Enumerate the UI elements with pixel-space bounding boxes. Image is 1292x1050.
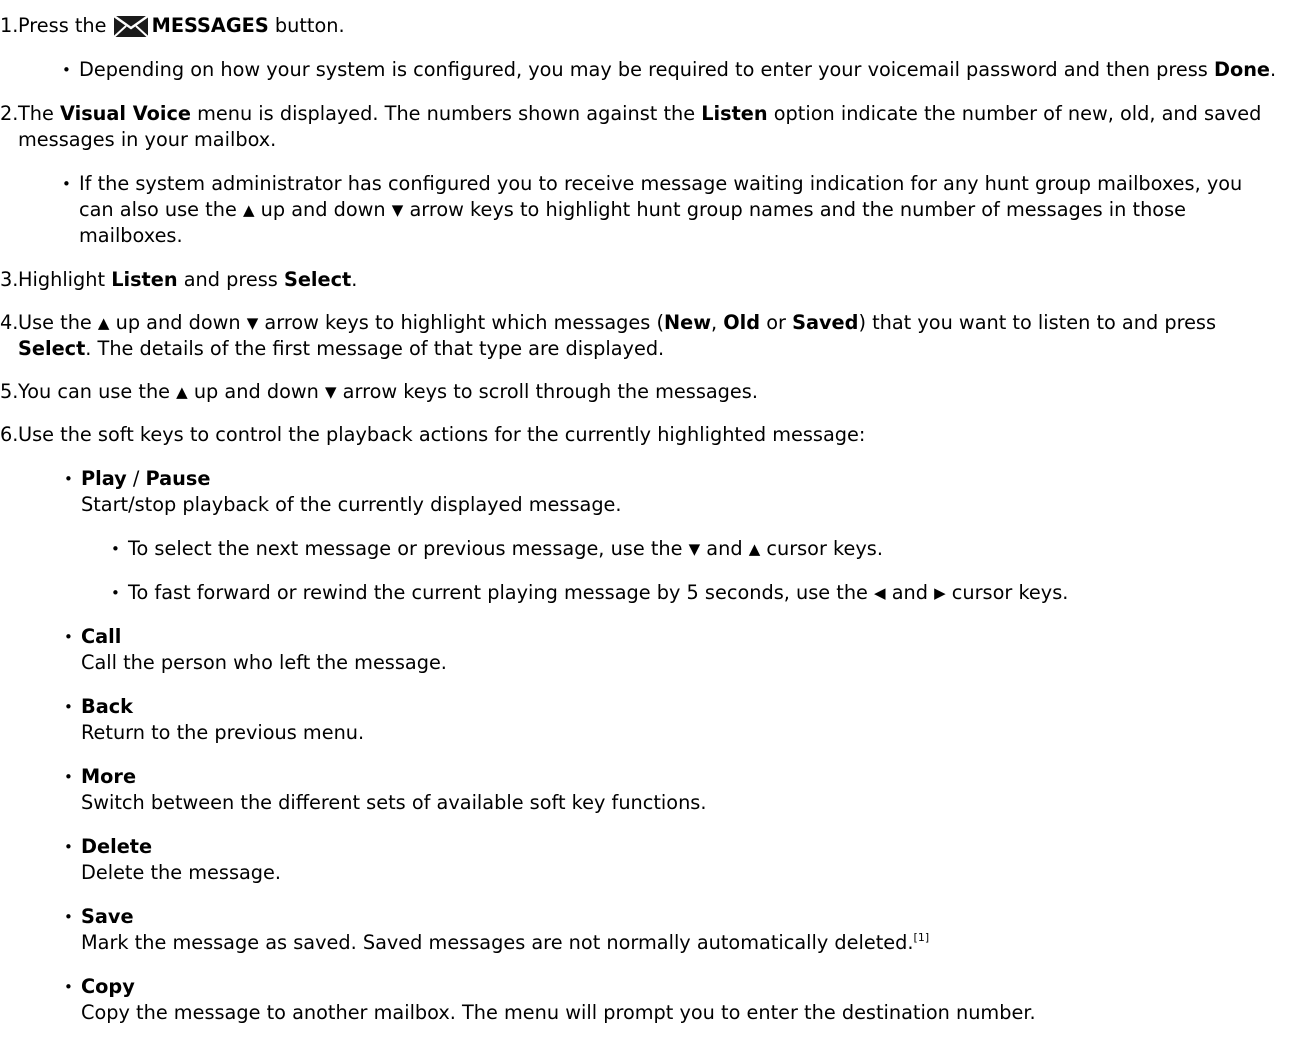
down-arrow-icon: ▼ <box>246 314 259 332</box>
list-item: Depending on how your system is configur… <box>62 57 1278 83</box>
footnote-ref[interactable]: [1] <box>914 931 930 944</box>
list-item: If the system administrator has configur… <box>62 171 1278 249</box>
list-item: To select the next message or previous m… <box>111 536 1292 562</box>
soft-key-list: Play / Pause Start/stop playback of the … <box>64 466 1292 1026</box>
right-arrow-icon: ▶ <box>934 584 946 602</box>
option-title: Delete <box>81 835 153 858</box>
option-back: Back Return to the previous menu. <box>64 694 1292 746</box>
step-number: 2. <box>0 102 19 125</box>
option-desc: Call the person who left the message. <box>81 651 447 674</box>
option-title: Save <box>81 905 134 928</box>
down-arrow-icon: ▼ <box>688 540 701 558</box>
play-notes: To select the next message or previous m… <box>111 536 1292 606</box>
up-arrow-icon: ▲ <box>97 314 110 332</box>
up-arrow-icon: ▲ <box>748 540 761 558</box>
step-2-notes: If the system administrator has configur… <box>62 171 1282 249</box>
step-4: 4. Use the ▲ up and down ▼ arrow keys to… <box>0 311 1217 360</box>
step-number: 5. <box>0 380 19 403</box>
option-save: Save Mark the message as saved. Saved mes… <box>64 904 1292 956</box>
option-title: More <box>81 765 137 788</box>
option-desc: Switch between the different sets of ava… <box>81 791 707 814</box>
option-call: Call Call the person who left the message… <box>64 624 1292 676</box>
up-arrow-icon: ▲ <box>242 201 255 219</box>
step-number: 6. <box>0 423 19 446</box>
step-6: 6. Use the soft keys to control the play… <box>0 423 866 446</box>
option-desc: Delete the message. <box>81 861 282 884</box>
left-arrow-icon: ◀ <box>874 584 886 602</box>
step-number: 4. <box>0 311 19 334</box>
option-desc: Mark the message as saved. Saved message… <box>81 931 914 954</box>
step-3: 3. Highlight Listen and press Select. <box>0 268 358 291</box>
option-desc: Return to the previous menu. <box>81 721 365 744</box>
option-play-pause: Play / Pause Start/stop playback of the … <box>64 466 1292 606</box>
option-more: More Switch between the different sets of… <box>64 764 1292 816</box>
list-item: To fast forward or rewind the current pl… <box>111 580 1292 606</box>
step-1: 1. Press the MESSAGES button. Depending … <box>0 13 1292 83</box>
option-desc: Copy the message to another mailbox. The… <box>81 1001 1036 1024</box>
messages-key: MESSAGES <box>151 14 269 37</box>
option-title: Copy <box>81 975 135 998</box>
instructions: 1. Press the MESSAGES button. Depending … <box>0 0 1292 1026</box>
envelope-icon <box>112 15 149 38</box>
down-arrow-icon: ▼ <box>391 201 404 219</box>
option-title: Call <box>81 625 122 648</box>
step-number: 1. <box>0 14 19 37</box>
option-copy: Copy Copy the message to another mailbox.… <box>64 974 1292 1026</box>
option-title: Pause <box>145 467 211 490</box>
option-desc: Start/stop playback of the currently dis… <box>81 493 622 516</box>
step-2: 2. The Visual Voice menu is displayed. T… <box>0 101 1292 249</box>
option-title: Back <box>81 695 133 718</box>
up-arrow-icon: ▲ <box>176 383 188 401</box>
step-1-notes: Depending on how your system is configur… <box>62 57 1282 83</box>
option-delete: Delete Delete the message. <box>64 834 1292 886</box>
down-arrow-icon: ▼ <box>324 383 337 401</box>
step-5: 5. You can use the ▲ up and down ▼ arrow… <box>0 380 758 403</box>
step-number: 3. <box>0 268 19 291</box>
option-title: Play <box>81 467 127 490</box>
